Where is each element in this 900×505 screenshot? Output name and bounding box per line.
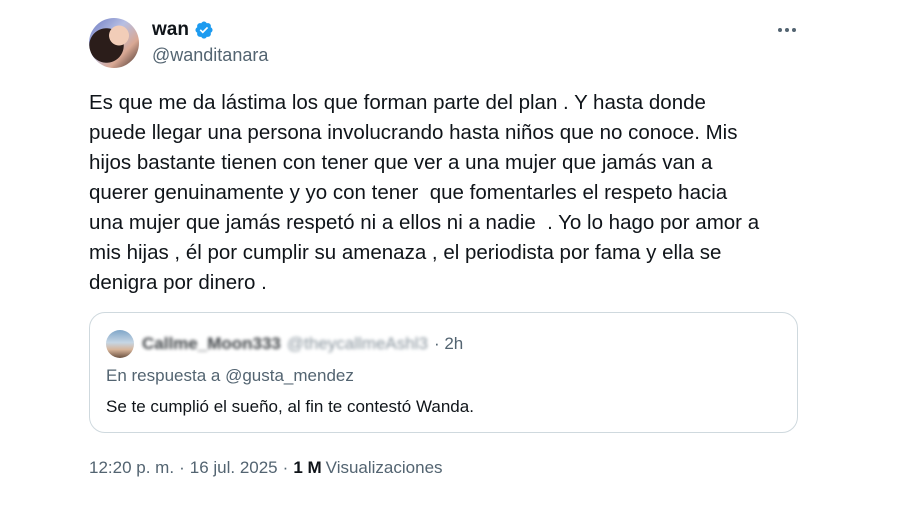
- author-name[interactable]: wan: [152, 19, 189, 41]
- more-dots-icon: [778, 28, 782, 32]
- views-count[interactable]: 1 M: [293, 458, 321, 478]
- quoted-tweet[interactable]: Callme_Moon333 @theycallmeAshl3 · 2h En …: [89, 312, 798, 433]
- more-dots-icon: [792, 28, 796, 32]
- reply-prefix: En respuesta a: [106, 366, 226, 385]
- tweet-card: wan @wanditanara Es que me da lástima lo…: [0, 0, 900, 505]
- author-name-row: wan: [152, 18, 268, 42]
- quoted-name[interactable]: Callme_Moon333: [142, 334, 281, 354]
- verified-badge-icon: [194, 20, 214, 40]
- author-handle[interactable]: @wanditanara: [152, 45, 268, 66]
- author-info: wan @wanditanara: [152, 18, 268, 66]
- tweet-time[interactable]: 12:20 p. m.: [89, 458, 174, 478]
- more-dots-icon: [785, 28, 789, 32]
- quoted-avatar[interactable]: [106, 330, 134, 358]
- quoted-time[interactable]: · 2h: [434, 334, 463, 354]
- meta-separator: ·: [179, 458, 185, 477]
- tweet-meta: 12:20 p. m. · 16 jul. 2025 · 1 M Visuali…: [89, 457, 443, 479]
- quoted-handle[interactable]: @theycallmeAshl3: [287, 334, 428, 354]
- quoted-text: Se te cumplió el sueño, al fin te contes…: [106, 397, 474, 416]
- views-label[interactable]: Visualizaciones: [326, 458, 443, 478]
- tweet-date[interactable]: 16 jul. 2025: [190, 458, 278, 478]
- reply-context: En respuesta a @gusta_mendez: [106, 366, 354, 386]
- tweet-text: Es que me da lástima los que forman part…: [89, 91, 760, 294]
- reply-to-link[interactable]: @gusta_mendez: [225, 366, 354, 385]
- author-avatar[interactable]: [89, 18, 139, 68]
- meta-separator: ·: [282, 458, 289, 477]
- quoted-header: Callme_Moon333 @theycallmeAshl3 · 2h: [106, 329, 463, 359]
- more-options-button[interactable]: [772, 18, 802, 42]
